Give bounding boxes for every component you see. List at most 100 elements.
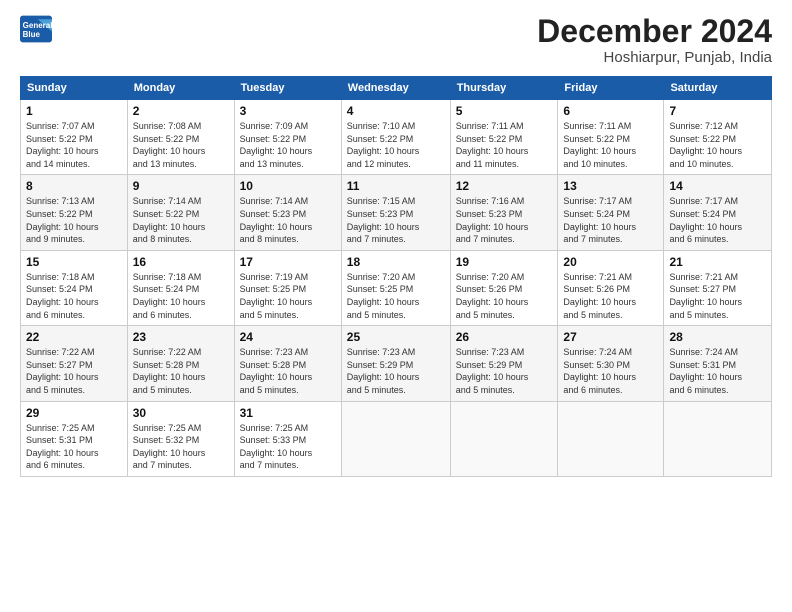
day-number: 22 bbox=[26, 330, 122, 344]
day-info: Sunrise: 7:23 AM Sunset: 5:28 PM Dayligh… bbox=[240, 346, 336, 396]
calendar-cell: 3 Sunrise: 7:09 AM Sunset: 5:22 PM Daylig… bbox=[234, 100, 341, 175]
day-info: Sunrise: 7:15 AM Sunset: 5:23 PM Dayligh… bbox=[347, 195, 445, 245]
day-number: 17 bbox=[240, 255, 336, 269]
day-number: 8 bbox=[26, 179, 122, 193]
header: General Blue December 2024 Hoshiarpur, P… bbox=[20, 15, 772, 66]
calendar-cell: 18Sunrise: 7:20 AM Sunset: 5:25 PM Dayli… bbox=[341, 250, 450, 325]
day-info: Sunrise: 7:25 AM Sunset: 5:33 PM Dayligh… bbox=[240, 422, 336, 472]
day-info: Sunrise: 7:23 AM Sunset: 5:29 PM Dayligh… bbox=[347, 346, 445, 396]
calendar-cell bbox=[341, 401, 450, 476]
day-number: 5 bbox=[456, 104, 553, 118]
logo-icon: General Blue bbox=[20, 15, 52, 43]
calendar-cell bbox=[558, 401, 664, 476]
day-number: 31 bbox=[240, 406, 336, 420]
calendar-cell: 26 Sunrise: 7:23 AM Sunset: 5:29 PM Dayli… bbox=[450, 326, 558, 401]
day-header-sunday: Sunday bbox=[21, 77, 128, 100]
calendar-cell: 27 Sunrise: 7:24 AM Sunset: 5:30 PM Dayli… bbox=[558, 326, 664, 401]
calendar-cell: 11 Sunrise: 7:15 AM Sunset: 5:23 PM Dayli… bbox=[341, 175, 450, 250]
day-info: Sunrise: 7:19 AM Sunset: 5:25 PM Dayligh… bbox=[240, 271, 336, 321]
calendar-cell: 17 Sunrise: 7:19 AM Sunset: 5:25 PM Dayli… bbox=[234, 250, 341, 325]
day-number: 16 bbox=[133, 255, 229, 269]
calendar-cell: 19 Sunrise: 7:20 AM Sunset: 5:26 PM Dayli… bbox=[450, 250, 558, 325]
calendar-cell: 4Sunrise: 7:10 AM Sunset: 5:22 PM Daylig… bbox=[341, 100, 450, 175]
calendar-cell: 14 Sunrise: 7:17 AM Sunset: 5:24 PM Dayli… bbox=[664, 175, 772, 250]
day-info: Sunrise: 7:14 AM Sunset: 5:22 PM Dayligh… bbox=[133, 195, 229, 245]
day-info: Sunrise: 7:14 AM Sunset: 5:23 PM Dayligh… bbox=[240, 195, 336, 245]
day-info: Sunrise: 7:11 AM Sunset: 5:22 PM Dayligh… bbox=[456, 120, 553, 170]
day-info: Sunrise: 7:24 AM Sunset: 5:31 PM Dayligh… bbox=[669, 346, 766, 396]
day-number: 19 bbox=[456, 255, 553, 269]
page: General Blue December 2024 Hoshiarpur, P… bbox=[0, 0, 792, 487]
calendar-cell bbox=[450, 401, 558, 476]
title-block: December 2024 Hoshiarpur, Punjab, India bbox=[537, 15, 772, 66]
calendar-cell: 1Sunrise: 7:07 AM Sunset: 5:22 PM Daylig… bbox=[21, 100, 128, 175]
day-number: 14 bbox=[669, 179, 766, 193]
day-number: 4 bbox=[347, 104, 445, 118]
day-number: 10 bbox=[240, 179, 336, 193]
day-number: 2 bbox=[133, 104, 229, 118]
calendar-week-1: 1Sunrise: 7:07 AM Sunset: 5:22 PM Daylig… bbox=[21, 100, 772, 175]
calendar-week-2: 8 Sunrise: 7:13 AM Sunset: 5:22 PM Daylig… bbox=[21, 175, 772, 250]
calendar-cell bbox=[664, 401, 772, 476]
calendar-cell: 30Sunrise: 7:25 AM Sunset: 5:32 PM Dayli… bbox=[127, 401, 234, 476]
calendar-cell: 23Sunrise: 7:22 AM Sunset: 5:28 PM Dayli… bbox=[127, 326, 234, 401]
calendar-week-5: 29 Sunrise: 7:25 AM Sunset: 5:31 PM Dayli… bbox=[21, 401, 772, 476]
calendar-cell: 16Sunrise: 7:18 AM Sunset: 5:24 PM Dayli… bbox=[127, 250, 234, 325]
day-number: 24 bbox=[240, 330, 336, 344]
day-info: Sunrise: 7:17 AM Sunset: 5:24 PM Dayligh… bbox=[669, 195, 766, 245]
day-number: 28 bbox=[669, 330, 766, 344]
day-number: 21 bbox=[669, 255, 766, 269]
day-number: 27 bbox=[563, 330, 658, 344]
calendar-cell: 10 Sunrise: 7:14 AM Sunset: 5:23 PM Dayli… bbox=[234, 175, 341, 250]
day-number: 6 bbox=[563, 104, 658, 118]
day-info: Sunrise: 7:13 AM Sunset: 5:22 PM Dayligh… bbox=[26, 195, 122, 245]
day-info: Sunrise: 7:17 AM Sunset: 5:24 PM Dayligh… bbox=[563, 195, 658, 245]
day-info: Sunrise: 7:16 AM Sunset: 5:23 PM Dayligh… bbox=[456, 195, 553, 245]
day-info: Sunrise: 7:22 AM Sunset: 5:28 PM Dayligh… bbox=[133, 346, 229, 396]
logo: General Blue bbox=[20, 15, 52, 43]
day-number: 9 bbox=[133, 179, 229, 193]
day-info: Sunrise: 7:08 AM Sunset: 5:22 PM Dayligh… bbox=[133, 120, 229, 170]
calendar-cell: 9 Sunrise: 7:14 AM Sunset: 5:22 PM Daylig… bbox=[127, 175, 234, 250]
calendar-cell: 25 Sunrise: 7:23 AM Sunset: 5:29 PM Dayli… bbox=[341, 326, 450, 401]
day-number: 29 bbox=[26, 406, 122, 420]
calendar-cell: 29 Sunrise: 7:25 AM Sunset: 5:31 PM Dayli… bbox=[21, 401, 128, 476]
day-number: 30 bbox=[133, 406, 229, 420]
day-info: Sunrise: 7:09 AM Sunset: 5:22 PM Dayligh… bbox=[240, 120, 336, 170]
calendar-cell: 2 Sunrise: 7:08 AM Sunset: 5:22 PM Daylig… bbox=[127, 100, 234, 175]
day-header-wednesday: Wednesday bbox=[341, 77, 450, 100]
day-number: 20 bbox=[563, 255, 658, 269]
calendar-table: SundayMondayTuesdayWednesdayThursdayFrid… bbox=[20, 76, 772, 477]
calendar-week-3: 15 Sunrise: 7:18 AM Sunset: 5:24 PM Dayli… bbox=[21, 250, 772, 325]
day-info: Sunrise: 7:25 AM Sunset: 5:31 PM Dayligh… bbox=[26, 422, 122, 472]
day-header-friday: Friday bbox=[558, 77, 664, 100]
calendar-cell: 28 Sunrise: 7:24 AM Sunset: 5:31 PM Dayli… bbox=[664, 326, 772, 401]
day-number: 15 bbox=[26, 255, 122, 269]
calendar-week-4: 22 Sunrise: 7:22 AM Sunset: 5:27 PM Dayli… bbox=[21, 326, 772, 401]
calendar-cell: 8 Sunrise: 7:13 AM Sunset: 5:22 PM Daylig… bbox=[21, 175, 128, 250]
day-info: Sunrise: 7:23 AM Sunset: 5:29 PM Dayligh… bbox=[456, 346, 553, 396]
calendar-cell: 15 Sunrise: 7:18 AM Sunset: 5:24 PM Dayli… bbox=[21, 250, 128, 325]
calendar-cell: 24 Sunrise: 7:23 AM Sunset: 5:28 PM Dayli… bbox=[234, 326, 341, 401]
day-info: Sunrise: 7:07 AM Sunset: 5:22 PM Dayligh… bbox=[26, 120, 122, 170]
day-info: Sunrise: 7:18 AM Sunset: 5:24 PM Dayligh… bbox=[26, 271, 122, 321]
svg-text:Blue: Blue bbox=[23, 30, 41, 39]
day-number: 13 bbox=[563, 179, 658, 193]
calendar-cell: 13 Sunrise: 7:17 AM Sunset: 5:24 PM Dayli… bbox=[558, 175, 664, 250]
day-info: Sunrise: 7:24 AM Sunset: 5:30 PM Dayligh… bbox=[563, 346, 658, 396]
calendar-cell: 12 Sunrise: 7:16 AM Sunset: 5:23 PM Dayli… bbox=[450, 175, 558, 250]
day-info: Sunrise: 7:21 AM Sunset: 5:27 PM Dayligh… bbox=[669, 271, 766, 321]
day-header-thursday: Thursday bbox=[450, 77, 558, 100]
calendar-cell: 6Sunrise: 7:11 AM Sunset: 5:22 PM Daylig… bbox=[558, 100, 664, 175]
day-number: 26 bbox=[456, 330, 553, 344]
day-number: 11 bbox=[347, 179, 445, 193]
day-info: Sunrise: 7:20 AM Sunset: 5:26 PM Dayligh… bbox=[456, 271, 553, 321]
day-info: Sunrise: 7:21 AM Sunset: 5:26 PM Dayligh… bbox=[563, 271, 658, 321]
day-number: 3 bbox=[240, 104, 336, 118]
calendar-cell: 5 Sunrise: 7:11 AM Sunset: 5:22 PM Daylig… bbox=[450, 100, 558, 175]
day-number: 12 bbox=[456, 179, 553, 193]
day-info: Sunrise: 7:20 AM Sunset: 5:25 PM Dayligh… bbox=[347, 271, 445, 321]
calendar-cell: 31 Sunrise: 7:25 AM Sunset: 5:33 PM Dayli… bbox=[234, 401, 341, 476]
day-info: Sunrise: 7:22 AM Sunset: 5:27 PM Dayligh… bbox=[26, 346, 122, 396]
day-number: 25 bbox=[347, 330, 445, 344]
